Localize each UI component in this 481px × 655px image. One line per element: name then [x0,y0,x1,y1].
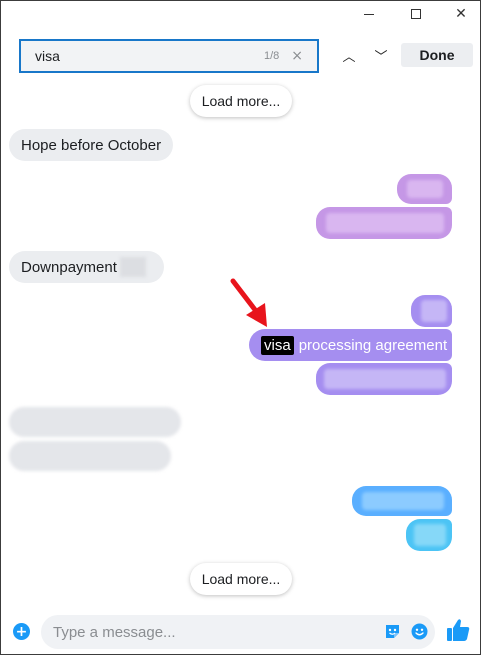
message-text: Hope before October [21,136,162,154]
message-input[interactable]: Type a message... [41,615,435,649]
maximize-button[interactable] [393,1,439,27]
message-outgoing-blurred[interactable] [411,295,452,327]
redacted-content [324,369,446,389]
close-button[interactable]: ✕ [438,1,481,27]
message-outgoing-match[interactable]: visa processing agreement [249,329,452,361]
minimize-icon [364,13,374,15]
search-input[interactable] [21,41,264,71]
emoji-icon[interactable] [411,623,428,640]
done-button[interactable]: Done [401,43,473,67]
thumbs-up-icon[interactable] [445,617,471,643]
message-incoming-blurred[interactable] [9,441,171,471]
redacted-content [119,257,146,277]
maximize-icon [411,9,421,19]
message-incoming-blurred[interactable] [9,407,181,437]
load-more-button-top[interactable]: Load more... [190,85,292,117]
minimize-button[interactable] [346,1,392,27]
search-highlight: visa [261,335,294,355]
arrow-head [246,303,267,327]
plus-icon: + [15,623,28,640]
message-incoming[interactable]: Hope before October [9,129,174,161]
redacted-content [362,492,444,510]
redacted-content [421,300,447,322]
add-attachment-button[interactable]: + [13,623,30,640]
red-arrow-annotation [230,278,267,327]
redacted-content [414,524,446,546]
clear-search-icon[interactable]: × [291,48,303,64]
message-incoming[interactable]: Downpayment [9,251,164,283]
previous-match-button[interactable]: ︿ [335,41,363,69]
title-bar: ✕ [1,1,480,27]
load-more-button-bottom[interactable]: Load more... [190,563,292,595]
redacted-content [407,180,443,198]
next-match-button[interactable]: ﹀ [367,41,395,69]
message-outgoing-blurred[interactable] [352,486,452,516]
message-text: Downpayment [21,258,117,276]
message-outgoing-blurred[interactable] [316,207,452,239]
message-placeholder: Type a message... [53,623,176,641]
chevron-up-icon: ︿ [342,49,356,65]
search-box: 1/8 × [19,39,319,73]
close-icon: ✕ [455,6,467,22]
sticker-icon[interactable] [384,623,401,640]
messenger-window: ✕ 1/8 × ︿ ﹀ Done Load more... Hope befor… [0,0,481,655]
message-outgoing-blurred[interactable] [406,519,452,551]
message-text: processing agreement [298,336,448,354]
message-outgoing-blurred[interactable] [316,363,452,395]
message-outgoing-blurred[interactable] [397,174,452,204]
search-match-count: 1/8 [263,50,280,62]
chevron-down-icon: ﹀ [374,49,388,65]
redacted-content [326,213,444,233]
